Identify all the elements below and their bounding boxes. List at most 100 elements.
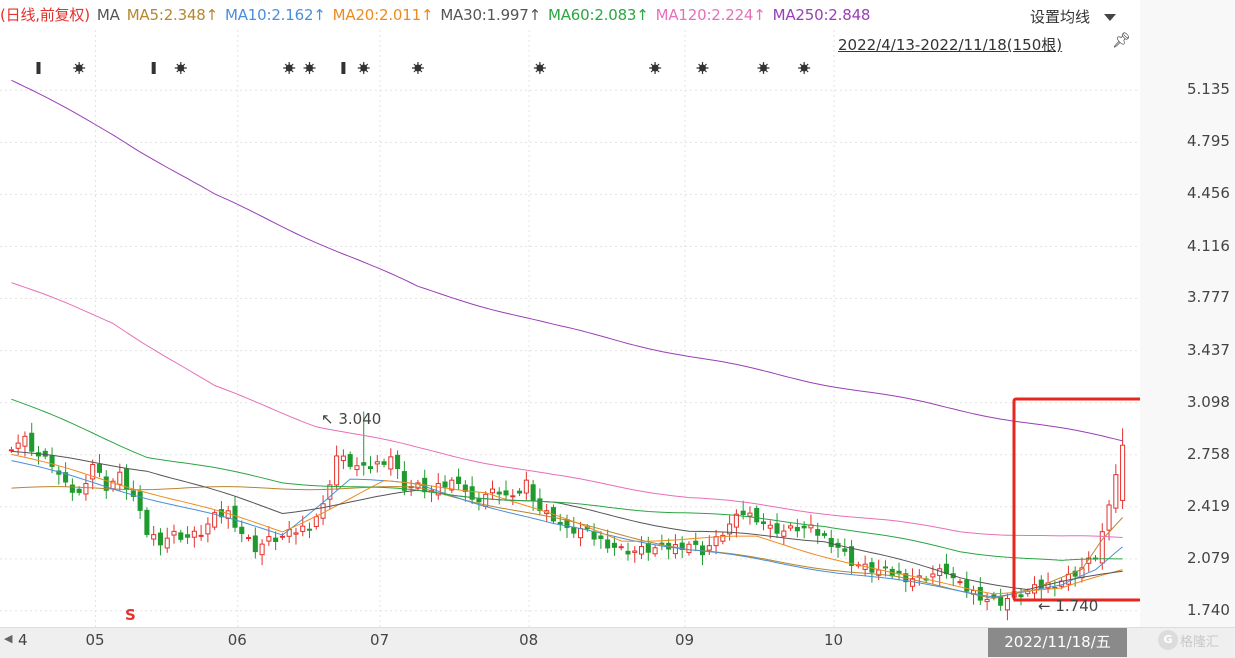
candle-body xyxy=(537,498,543,512)
candle-body xyxy=(69,484,75,493)
y-tick-label: 2.079 xyxy=(1187,548,1230,567)
y-tick-label: 4.795 xyxy=(1187,132,1230,151)
ma-prefix: MA xyxy=(96,6,120,24)
candle-body xyxy=(530,484,536,501)
candle-body xyxy=(178,532,184,540)
indicator-label[interactable]: (日线,前复权) xyxy=(0,6,90,24)
event-star-rays xyxy=(696,62,709,74)
candle-body xyxy=(76,488,82,493)
candle-body xyxy=(774,523,780,534)
candle-body xyxy=(1004,598,1010,611)
x-tick-label: 06 xyxy=(227,631,247,649)
settings-ma-button[interactable]: 设置均线 xyxy=(1030,6,1117,27)
pin-icon[interactable]: 📌︎ xyxy=(1112,31,1131,49)
ma10-legend: MA10:2.162↑ xyxy=(225,6,326,24)
candle-body xyxy=(801,525,807,529)
event-star-rays xyxy=(174,62,187,74)
candle-body xyxy=(334,455,340,486)
ma20-legend: MA20:2.011↑ xyxy=(332,6,434,24)
event-star-rays xyxy=(757,62,770,74)
candle-body xyxy=(713,536,719,547)
y-tick-label: 3.777 xyxy=(1187,288,1230,307)
candle-body xyxy=(1106,504,1112,531)
candle-body xyxy=(340,455,346,462)
candle-body xyxy=(273,537,279,543)
ma250-line xyxy=(11,79,1123,442)
candle-body xyxy=(842,548,848,552)
x-tick-label: 07 xyxy=(370,631,390,649)
candle-body xyxy=(930,573,936,578)
candle-body xyxy=(96,464,103,473)
candle-body xyxy=(740,510,746,516)
candle-body xyxy=(645,542,651,553)
candle-body xyxy=(83,483,89,495)
event-star-rays xyxy=(73,62,86,74)
candle-body xyxy=(42,450,48,457)
candle-body xyxy=(239,526,245,535)
logo-mark-icon: G xyxy=(1158,630,1178,650)
candle-body xyxy=(611,542,617,548)
date-range-label[interactable]: 2022/4/13-2022/11/18(150根) xyxy=(838,34,1062,55)
candle-body xyxy=(388,456,394,470)
candle-body xyxy=(137,491,143,511)
scroll-left-icon[interactable]: ◀ xyxy=(4,632,12,645)
candle-body xyxy=(957,581,963,584)
candle-body xyxy=(117,471,123,485)
kline-chart[interactable] xyxy=(0,0,1235,657)
candle-body xyxy=(367,466,374,470)
candle-body xyxy=(557,521,563,525)
s-marker[interactable]: S xyxy=(125,606,136,624)
candle-body xyxy=(517,490,523,494)
candle-body xyxy=(15,442,21,449)
candle-body xyxy=(977,586,983,601)
candle-body xyxy=(523,479,529,494)
gelonghui-logo: G 格隆汇 xyxy=(1158,630,1219,650)
candle-body xyxy=(232,505,238,528)
ma30-legend: MA30:1.997↑ xyxy=(440,6,541,24)
candle-body xyxy=(395,454,401,470)
candle-body xyxy=(279,535,285,538)
candle-body xyxy=(598,535,604,539)
candle-body xyxy=(998,596,1004,606)
candle-body xyxy=(191,530,197,538)
event-star-rays xyxy=(533,62,546,74)
candle-body xyxy=(361,462,367,466)
candle-body xyxy=(503,490,509,496)
candle-body xyxy=(571,526,577,534)
candle-body xyxy=(984,598,990,603)
candle-body xyxy=(1018,594,1024,598)
candle-body xyxy=(8,449,14,452)
settings-ma-label: 设置均线 xyxy=(1030,8,1091,26)
ma120-legend: MA120:2.224↑ xyxy=(655,6,766,24)
y-tick-label: 5.135 xyxy=(1187,80,1230,99)
candle-body xyxy=(171,530,177,536)
y-tick-label: 2.419 xyxy=(1187,496,1230,515)
candle-body xyxy=(259,543,265,556)
candle-body xyxy=(706,545,712,551)
candle-body xyxy=(828,537,834,547)
candle-body xyxy=(760,521,767,525)
ma-header: (日线,前复权) MA MA5:2.348↑ MA10:2.162↑ MA20:2.01… xyxy=(0,2,877,28)
candle-body xyxy=(29,432,35,452)
candle-body xyxy=(632,550,638,553)
event-bar-icon xyxy=(36,62,41,74)
candle-body xyxy=(788,525,794,529)
candle-body xyxy=(747,512,753,517)
candle-body xyxy=(937,568,943,577)
candle-body xyxy=(767,524,773,529)
candle-body xyxy=(151,534,157,540)
x-tick-label: 09 xyxy=(674,631,695,649)
candle-body xyxy=(300,525,306,532)
low-price-value: 1.740 xyxy=(1055,597,1099,615)
candle-body xyxy=(354,465,360,470)
candle-body xyxy=(252,535,258,553)
candle-body xyxy=(625,550,631,555)
candle-body xyxy=(639,546,645,555)
candle-body xyxy=(401,471,407,491)
candle-body xyxy=(313,516,319,527)
candle-body xyxy=(821,533,828,536)
candle-body xyxy=(456,476,462,485)
event-bar-icon xyxy=(341,62,346,74)
event-bar-icon xyxy=(151,62,156,74)
candle-body xyxy=(266,536,272,542)
